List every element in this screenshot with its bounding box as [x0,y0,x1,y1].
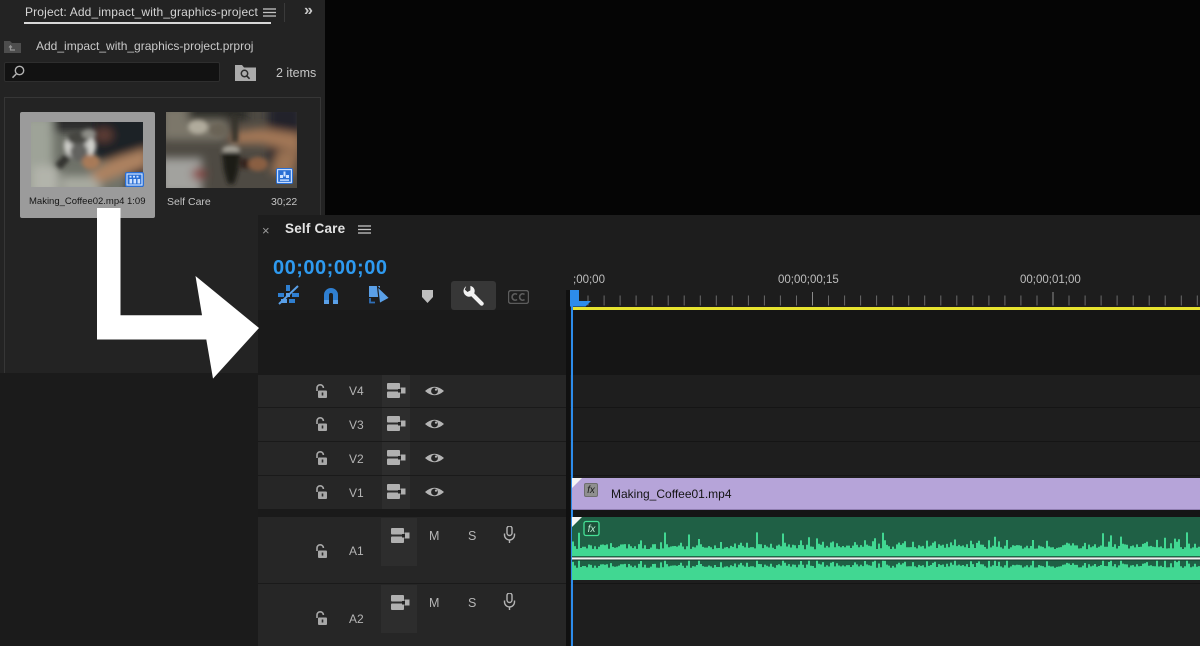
svg-text:fx: fx [588,524,597,535]
